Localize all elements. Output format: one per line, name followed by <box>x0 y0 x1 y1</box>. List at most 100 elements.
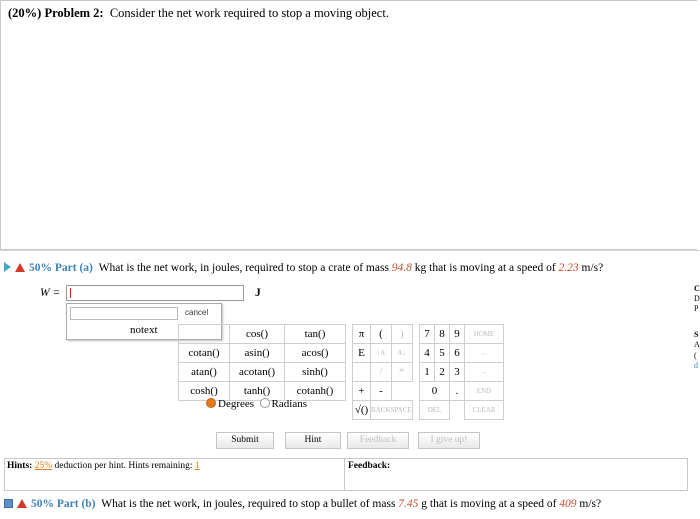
variable-name: W <box>40 287 50 299</box>
key-end[interactable]: END <box>464 381 504 401</box>
hints-remaining-count: 1 <box>194 461 200 471</box>
section-divider <box>0 250 700 251</box>
problem-title: (20%) Problem 2: Consider the net work r… <box>8 6 389 21</box>
unit-label: J <box>255 287 261 299</box>
dropdown-input[interactable] <box>70 307 178 320</box>
side-letter-p: P <box>694 304 699 313</box>
radians-label: Radians <box>271 398 307 410</box>
fn-key-tan[interactable]: tan() <box>284 324 346 344</box>
key-8[interactable]: 8 <box>434 324 450 344</box>
part-b-speed: 409 <box>559 498 577 510</box>
part-b-speed-unit: m/s? <box>579 498 602 510</box>
key-7[interactable]: 7 <box>419 324 435 344</box>
part-a-mass-unit: kg that is moving at a speed of <box>414 262 556 274</box>
part-b-question: 50% Part (b) What is the net work, in jo… <box>4 498 601 510</box>
key-blank-sym[interactable] <box>352 362 371 382</box>
cancel-link[interactable]: cancel <box>185 308 208 317</box>
fn-key-asin[interactable]: asin() <box>229 343 285 363</box>
checkbox-icon[interactable] <box>4 499 13 508</box>
hint-deduction-percent: 25% <box>34 461 53 471</box>
key-spacer <box>391 382 412 401</box>
fn-key-acos[interactable]: acos() <box>284 343 346 363</box>
hint-button[interactable]: Hint <box>285 432 341 449</box>
submit-button[interactable]: Submit <box>216 432 274 449</box>
key-e[interactable]: E <box>352 343 371 363</box>
hints-text: Hints: 25% deduction per hint. Hints rem… <box>7 461 200 471</box>
part-b-text: What is the net work, in joules, require… <box>101 498 396 510</box>
text-caret <box>70 288 71 298</box>
fn-key-atan[interactable]: atan() <box>178 362 230 382</box>
key-home[interactable]: HOME <box>464 324 504 344</box>
key-1[interactable]: 1 <box>419 362 435 382</box>
play-icon[interactable] <box>4 262 11 272</box>
key-2[interactable]: 2 <box>434 362 450 382</box>
part-a-text: What is the net work, in joules, require… <box>98 262 389 274</box>
part-b-mass: 7.45 <box>398 498 419 510</box>
symbol-keypad: π ( ) E ↑A A↓ / * + - √() BACKSPACE <box>352 324 413 420</box>
side-letter-s: S <box>694 330 699 339</box>
answer-input[interactable] <box>66 285 244 301</box>
key-sqrt[interactable]: √() <box>352 400 371 420</box>
equals-sign: = <box>52 287 61 299</box>
degrees-label: Degrees <box>218 398 255 410</box>
key-pi[interactable]: π <box>352 324 371 344</box>
feedback-button[interactable]: Feedback <box>347 432 409 449</box>
key-spacer-2 <box>450 401 465 420</box>
variable-label: W = <box>40 287 60 299</box>
feedback-panel <box>344 458 688 491</box>
key-backspace[interactable]: BACKSPACE <box>370 400 413 420</box>
key-3[interactable]: 3 <box>449 362 465 382</box>
fn-key-sinh[interactable]: sinh() <box>284 362 346 382</box>
problem-prefix: (20%) Problem 2: <box>8 6 104 20</box>
key-divide[interactable]: / <box>370 362 392 382</box>
part-a-weight: 50% <box>29 262 52 274</box>
part-a-speed-unit: m/s? <box>581 262 604 274</box>
function-keypad: cos() tan() cotan() asin() acos() atan()… <box>178 324 346 401</box>
side-letter-c: C <box>694 284 700 293</box>
part-a-label: Part (a) <box>54 262 93 274</box>
fn-key-acotan[interactable]: acotan() <box>229 362 285 382</box>
key-6[interactable]: 6 <box>449 343 465 363</box>
fn-key-cotan[interactable]: cotan() <box>178 343 230 363</box>
warning-icon-b <box>17 499 27 508</box>
problem-statement: Consider the net work required to stop a… <box>109 6 389 20</box>
key-5[interactable]: 5 <box>434 343 450 363</box>
key-left-arrow[interactable]: ← <box>464 343 504 363</box>
part-b-weight: 50% <box>31 498 54 510</box>
key-close-paren[interactable]: ) <box>390 324 413 344</box>
degrees-radio[interactable] <box>206 398 216 408</box>
key-multiply[interactable]: * <box>390 362 413 382</box>
key-0[interactable]: 0 <box>419 381 450 401</box>
side-letter-a: A <box>694 340 700 349</box>
key-up-a[interactable]: ↑A <box>370 343 392 363</box>
key-4[interactable]: 4 <box>419 343 435 363</box>
warning-icon <box>15 263 25 272</box>
key-9[interactable]: 9 <box>449 324 465 344</box>
part-a-mass: 94.8 <box>391 262 412 274</box>
part-b-label: Part (b) <box>56 498 96 510</box>
key-right-arrow[interactable]: → <box>464 362 504 382</box>
key-a-down[interactable]: A↓ <box>390 343 413 363</box>
hints-middle-text: deduction per hint. Hints remaining: <box>54 461 193 471</box>
fn-key-blank[interactable] <box>178 324 230 344</box>
key-minus[interactable]: - <box>370 381 392 401</box>
number-keypad: 7 8 9 HOME 4 5 6 ← 1 2 3 → 0 . END DEL C… <box>419 324 504 420</box>
give-up-button[interactable]: I give up! <box>418 432 480 449</box>
hints-label: Hints: <box>7 461 33 471</box>
side-letter-d2: d <box>694 361 698 370</box>
fn-key-cos[interactable]: cos() <box>229 324 285 344</box>
problem-container <box>0 0 697 250</box>
side-letter-paren: ( <box>694 351 697 360</box>
angle-mode-selector: Degrees Radians <box>206 398 307 410</box>
key-del[interactable]: DEL <box>419 400 450 420</box>
part-a-question: 50% Part (a) What is the net work, in jo… <box>4 262 603 274</box>
key-open-paren[interactable]: ( <box>370 324 392 344</box>
key-plus[interactable]: + <box>352 381 371 401</box>
part-a-speed: 2.23 <box>558 262 579 274</box>
key-clear[interactable]: CLEAR <box>464 400 504 420</box>
key-decimal[interactable]: . <box>449 381 465 401</box>
feedback-label: Feedback: <box>348 461 391 471</box>
radians-radio[interactable] <box>259 398 270 408</box>
notext-label: notext <box>130 324 158 336</box>
part-b-mass-unit: g that is moving at a speed of <box>421 498 557 510</box>
